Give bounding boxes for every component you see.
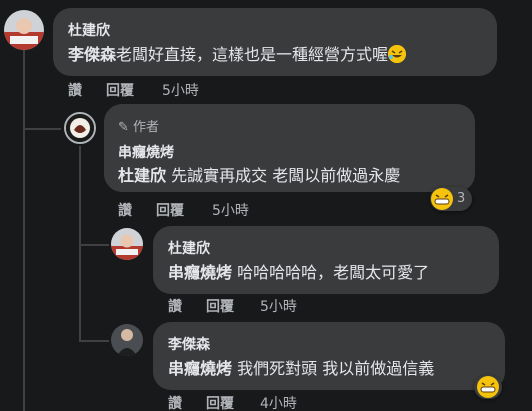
mention-tag[interactable]: 串癮燒烤 xyxy=(168,263,232,282)
like-button[interactable]: 讚 xyxy=(168,393,182,411)
reaction-summary[interactable] xyxy=(474,375,502,399)
thread-line-sub-branch-1 xyxy=(79,244,109,246)
mention-tag[interactable]: 杜建欣 xyxy=(118,166,166,185)
avatar[interactable] xyxy=(64,112,96,144)
comment-text: 老闆好直接，這樣也是一種經營方式喔 xyxy=(116,45,389,64)
comment-actions: 讚 回覆 5小時 xyxy=(168,296,368,316)
timestamp[interactable]: 5小時 xyxy=(162,80,199,100)
like-button[interactable]: 讚 xyxy=(68,80,82,100)
comment-author[interactable]: 李傑森 xyxy=(168,334,210,354)
reply-button[interactable]: 回覆 xyxy=(206,393,234,411)
grinning-sweat-emoji-icon xyxy=(431,188,453,214)
reply-button[interactable]: 回覆 xyxy=(156,200,184,220)
mention-tag[interactable]: 串癮燒烤 xyxy=(168,359,232,378)
avatar[interactable] xyxy=(4,10,44,50)
grinning-sweat-emoji-icon xyxy=(477,376,499,402)
timestamp[interactable]: 4小時 xyxy=(260,393,297,411)
comment-body: 杜建欣 先誠實再成交 老闆以前做過永慶 xyxy=(118,162,400,186)
like-button[interactable]: 讚 xyxy=(168,296,182,316)
avatar[interactable] xyxy=(111,324,143,356)
comment-author[interactable]: 杜建欣 xyxy=(168,238,210,258)
comment-text: 先誠實再成交 老闆以前做過永慶 xyxy=(166,166,401,185)
reply-button[interactable]: 回覆 xyxy=(206,296,234,316)
comment-text: 哈哈哈哈哈，老闆太可愛了 xyxy=(232,263,430,282)
thread-line-branch xyxy=(23,128,61,130)
timestamp[interactable]: 5小時 xyxy=(212,200,249,220)
comment-text: 我們死對頭 我以前做過信義 xyxy=(232,359,435,378)
reaction-summary[interactable]: 3 xyxy=(430,187,472,211)
mention-tag[interactable]: 李傑森 xyxy=(68,45,116,64)
comment-body: 串癮燒烤 哈哈哈哈哈，老闆太可愛了 xyxy=(168,259,429,283)
reply-button[interactable]: 回覆 xyxy=(106,80,134,100)
like-button[interactable]: 讚 xyxy=(118,200,132,220)
comment-actions: 讚 回覆 5小時 xyxy=(68,80,268,100)
comment-actions: 讚 回覆 5小時 xyxy=(118,200,318,220)
reaction-count: 3 xyxy=(457,191,466,206)
comment-author[interactable]: 杜建欣 xyxy=(68,20,110,40)
comment-actions: 讚 回覆 4小時 xyxy=(168,393,368,411)
author-badge: ✎ 作者 xyxy=(118,120,160,135)
comment-thread: 杜建欣 李傑森老闆好直接，這樣也是一種經營方式喔 讚 回覆 5小時 ✎ 作者 串… xyxy=(0,0,532,411)
comment-body: 李傑森老闆好直接，這樣也是一種經營方式喔 xyxy=(68,41,407,65)
rolling-laughing-emoji-icon xyxy=(388,45,407,63)
pencil-icon: ✎ xyxy=(118,120,129,135)
avatar[interactable] xyxy=(111,228,143,260)
thread-line-main xyxy=(23,50,25,411)
comment-body: 串癮燒烤 我們死對頭 我以前做過信義 xyxy=(168,355,434,379)
timestamp[interactable]: 5小時 xyxy=(260,296,297,316)
thread-line-sub-branch-2 xyxy=(79,340,109,342)
comment-author[interactable]: 串癮燒烤 xyxy=(118,142,174,162)
